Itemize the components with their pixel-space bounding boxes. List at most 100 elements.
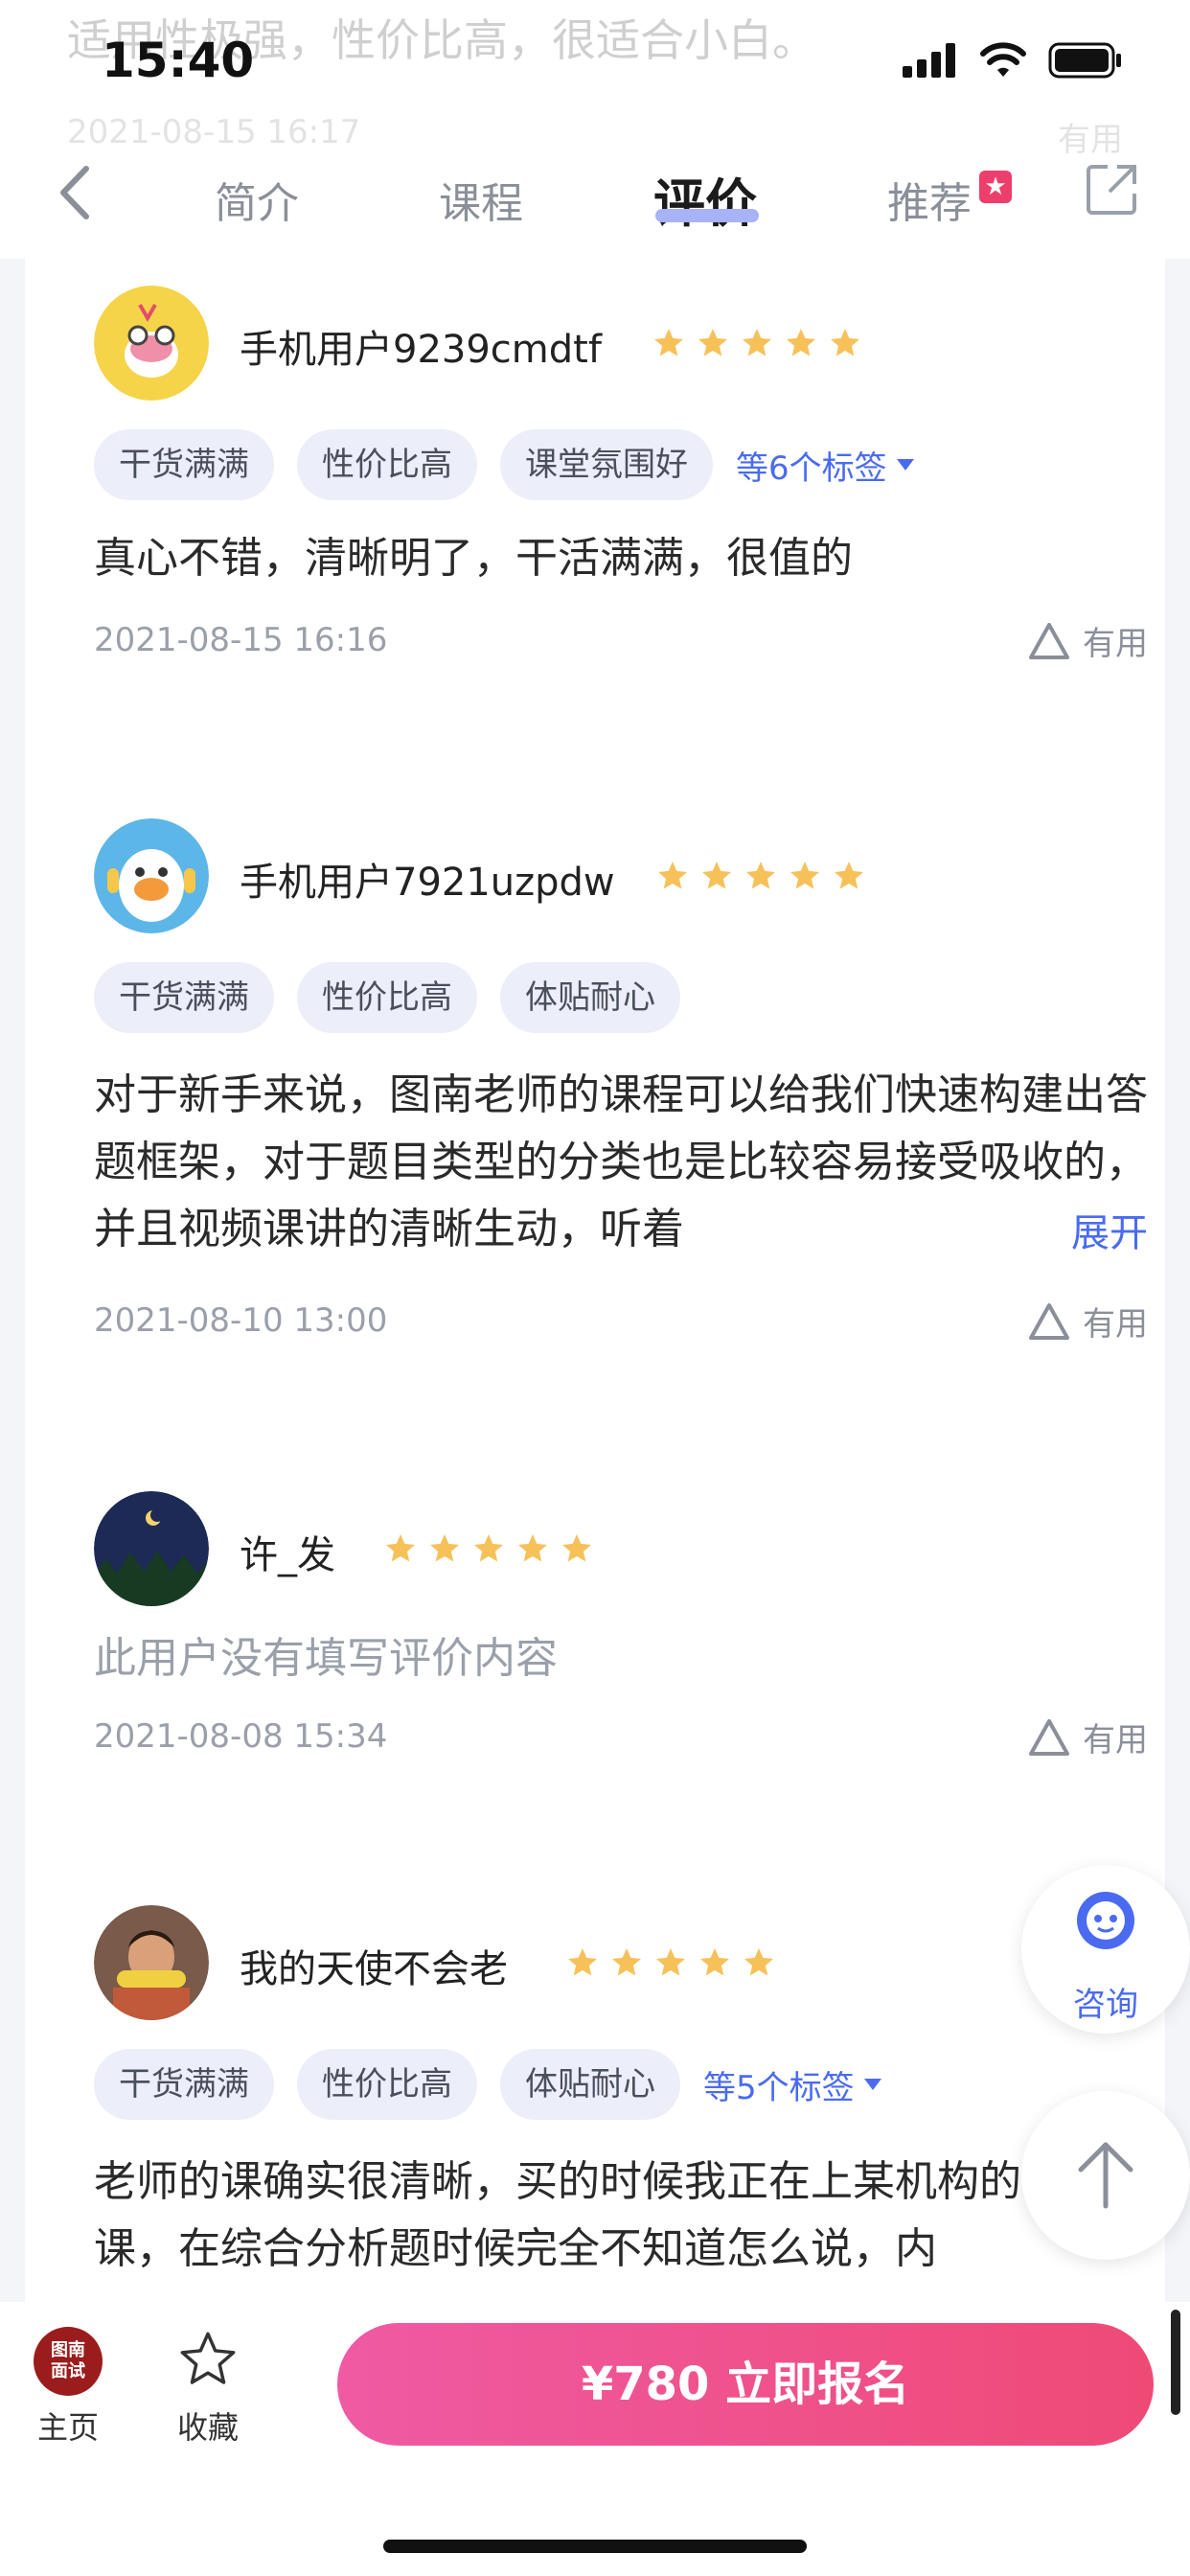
star-icon bbox=[474, 1534, 503, 1562]
star-icon bbox=[562, 1534, 591, 1562]
brand-logo: 图南 面试 bbox=[34, 2327, 103, 2396]
recommend-badge-icon: ★ bbox=[979, 171, 1012, 203]
review-content: 老师的课确实很清晰，买的时候我正在上某机构的线下课，在综合分析题时候完全不知道怎… bbox=[94, 2157, 1106, 2273]
review-item: 手机用户7921uzpdw 干货满满 性价比高 体贴耐心 对于新手来说，图南老师… bbox=[94, 818, 1148, 1355]
rating-stars bbox=[655, 859, 866, 893]
signal-icon bbox=[903, 43, 955, 78]
review-content-empty: 此用户没有填写评价内容 bbox=[94, 1634, 558, 1683]
review-date: 2021-08-08 15:34 bbox=[94, 1717, 388, 1756]
review-tag: 体贴耐心 bbox=[500, 962, 680, 1033]
review-tag: 干货满满 bbox=[94, 429, 274, 500]
useful-button[interactable]: 有用 bbox=[1027, 1714, 1148, 1760]
review-tag: 性价比高 bbox=[297, 2049, 477, 2120]
useful-label: 有用 bbox=[1083, 625, 1148, 663]
review-content: 真心不错，清晰明了，干活满满，很值的 bbox=[94, 534, 853, 583]
star-icon bbox=[787, 329, 815, 356]
review-date: 2021-08-10 13:00 bbox=[94, 1301, 388, 1340]
review-item: 我的天使不会老 干货满满 性价比高 体贴耐心 等5个标签 老师的课确实很清晰，买… bbox=[94, 1905, 1148, 2308]
star-icon bbox=[656, 1948, 685, 1976]
tab-reviews[interactable]: 评价 bbox=[653, 161, 757, 237]
battery-icon bbox=[1048, 42, 1121, 79]
review-date: 2021-08-15 16:16 bbox=[94, 621, 388, 659]
tag-row: 干货满满 性价比高 体贴耐心 等5个标签 bbox=[94, 2049, 883, 2120]
star-icon bbox=[698, 329, 727, 356]
customer-service-icon bbox=[1077, 1892, 1134, 1949]
home-indicator bbox=[383, 2540, 807, 2553]
status-bar: 适用性极强，性价比高，很适合小白。 15:40 bbox=[0, 0, 1190, 126]
tag-row: 干货满满 性价比高 体贴耐心 bbox=[94, 962, 680, 1033]
reviews-card: 手机用户9239cmdtf 干货满满 性价比高 课堂氛围好 等6个标签 真心不错… bbox=[25, 259, 1165, 2304]
tab-intro[interactable]: 简介 bbox=[215, 169, 299, 230]
more-tags-label: 等6个标签 bbox=[736, 448, 887, 488]
useful-label: 有用 bbox=[1083, 1721, 1148, 1760]
star-icon bbox=[568, 1948, 597, 1976]
triangle-down-icon bbox=[896, 459, 914, 471]
review-tag: 干货满满 bbox=[94, 962, 274, 1033]
star-icon bbox=[743, 329, 771, 356]
review-tag: 课堂氛围好 bbox=[500, 429, 713, 500]
avatar[interactable] bbox=[94, 1491, 209, 1606]
status-icons bbox=[903, 42, 1123, 79]
review-item: 手机用户9239cmdtf 干货满满 性价比高 课堂氛围好 等6个标签 真心不错… bbox=[94, 286, 1148, 698]
more-tags-toggle[interactable]: 等6个标签 bbox=[736, 442, 916, 489]
active-tab-underline bbox=[655, 209, 759, 222]
favorite-button[interactable]: 收藏 bbox=[169, 2329, 247, 2448]
star-icon bbox=[700, 1948, 729, 1976]
star-icon bbox=[831, 329, 859, 356]
useful-button[interactable]: 有用 bbox=[1027, 617, 1148, 664]
home-label: 主页 bbox=[36, 2409, 99, 2446]
arrow-up-icon bbox=[1078, 2142, 1133, 2209]
enroll-button[interactable]: ¥780 立即报名 bbox=[337, 2323, 1154, 2446]
star-icon bbox=[744, 1948, 773, 1976]
review-tag: 性价比高 bbox=[297, 429, 477, 500]
review-tag: 体贴耐心 bbox=[500, 2049, 680, 2120]
useful-label: 有用 bbox=[1083, 1305, 1148, 1344]
triangle-down-icon bbox=[863, 2079, 881, 2090]
star-icon bbox=[658, 862, 687, 889]
review-item: 许_发 此用户没有填写评价内容 2021-08-08 15:34 有用 bbox=[94, 1491, 1148, 1779]
triangle-outline-icon bbox=[1029, 1718, 1069, 1756]
review-tag: 干货满满 bbox=[94, 2049, 274, 2120]
review-tag: 性价比高 bbox=[297, 962, 477, 1033]
consult-button[interactable]: 咨询 bbox=[1021, 1865, 1190, 2034]
expand-link[interactable]: 展开 bbox=[1042, 1202, 1148, 1257]
home-button[interactable]: 图南 面试 主页 bbox=[29, 2327, 107, 2448]
star-icon bbox=[835, 862, 863, 889]
star-icon bbox=[612, 1948, 641, 1976]
reviewer-name: 我的天使不会老 bbox=[240, 1947, 508, 1991]
triangle-outline-icon bbox=[1029, 622, 1069, 659]
star-icon bbox=[746, 862, 775, 889]
reviewer-name: 手机用户7921uzpdw bbox=[240, 861, 615, 905]
star-icon bbox=[518, 1534, 547, 1562]
share-icon[interactable] bbox=[1085, 161, 1140, 217]
star-icon bbox=[790, 862, 819, 889]
scroll-to-top-button[interactable] bbox=[1021, 2091, 1190, 2260]
tag-row: 干货满满 性价比高 课堂氛围好 等6个标签 bbox=[94, 429, 916, 500]
ghost-previous-review-useful: 有用 bbox=[1058, 121, 1123, 159]
useful-button[interactable]: 有用 bbox=[1027, 1298, 1148, 1345]
star-icon bbox=[654, 329, 683, 356]
rating-stars bbox=[652, 326, 862, 360]
scrollbar[interactable] bbox=[1171, 2310, 1180, 2415]
back-chevron-icon[interactable] bbox=[48, 159, 105, 226]
star-icon bbox=[430, 1534, 459, 1562]
triangle-outline-icon bbox=[1029, 1302, 1069, 1340]
more-tags-label: 等5个标签 bbox=[703, 2068, 855, 2107]
avatar[interactable] bbox=[94, 1905, 209, 2020]
star-icon bbox=[386, 1534, 415, 1562]
avatar[interactable] bbox=[94, 286, 209, 401]
more-tags-toggle[interactable]: 等5个标签 bbox=[703, 2061, 883, 2108]
tab-recommend[interactable]: 推荐 bbox=[887, 169, 972, 230]
wifi-icon bbox=[980, 42, 1026, 77]
favorite-label: 收藏 bbox=[176, 2409, 239, 2446]
star-icon bbox=[702, 862, 731, 889]
tab-courses[interactable]: 课程 bbox=[439, 169, 523, 230]
bottom-bar: 图南 面试 主页 收藏 ¥780 立即报名 bbox=[0, 2302, 1190, 2576]
status-time: 15:40 bbox=[102, 33, 255, 88]
reviewer-name: 许_发 bbox=[240, 1533, 335, 1577]
rating-stars bbox=[565, 1945, 776, 1980]
rating-stars bbox=[383, 1531, 594, 1566]
avatar[interactable] bbox=[94, 818, 209, 933]
reviewer-name: 手机用户9239cmdtf bbox=[240, 328, 602, 372]
consult-label: 咨询 bbox=[1073, 1986, 1138, 2024]
